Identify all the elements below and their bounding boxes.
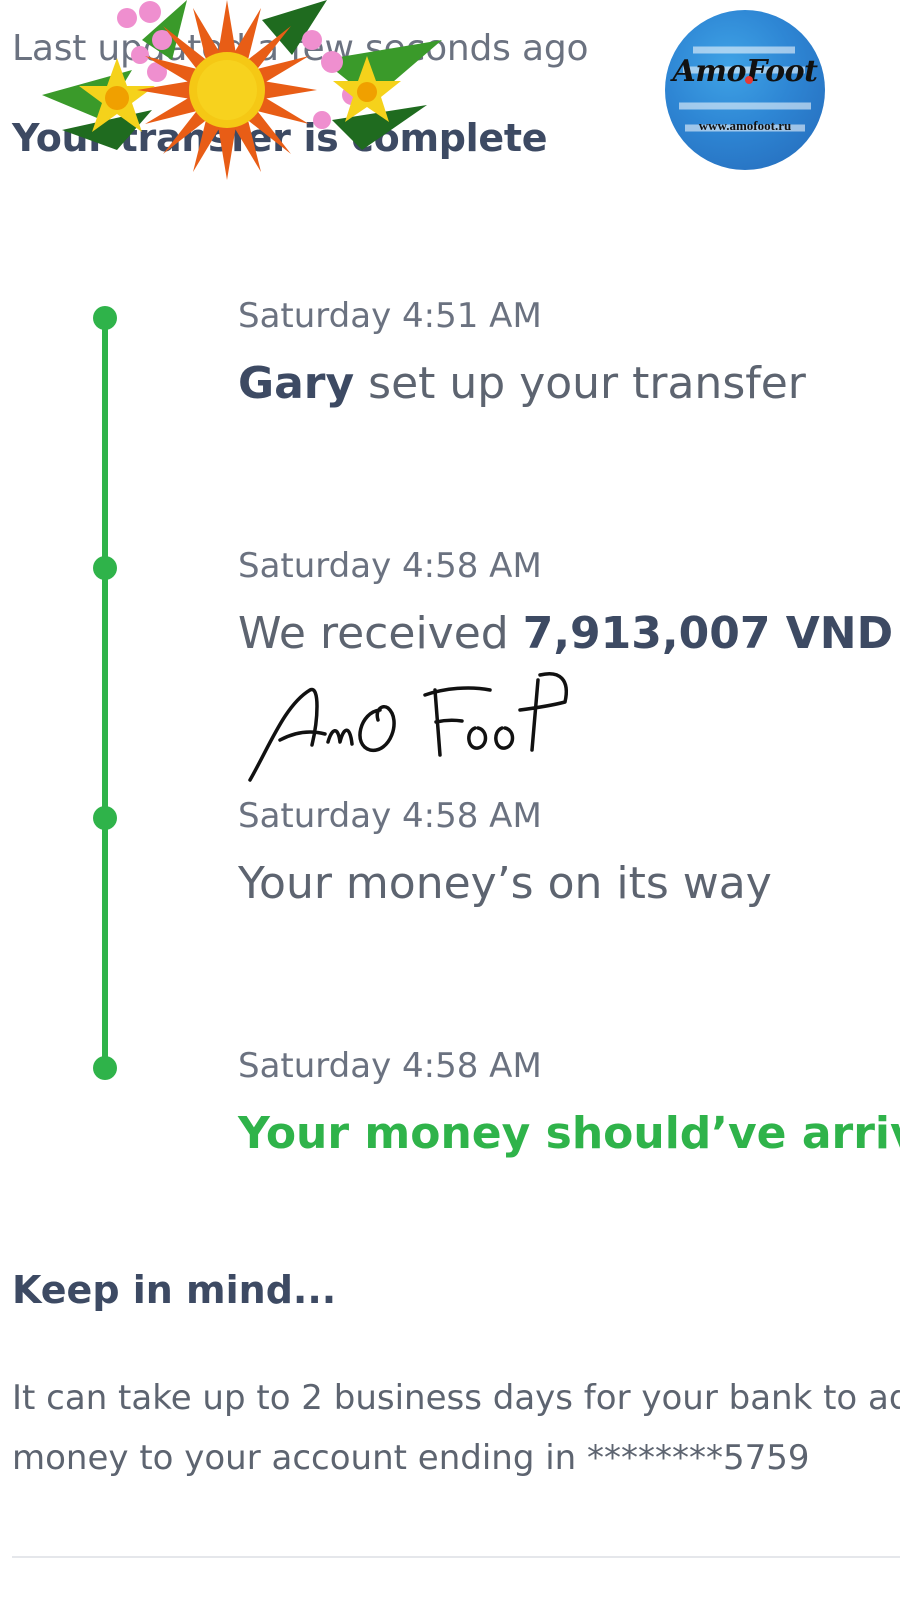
event-time-2: Saturday 4:58 AM [238, 546, 542, 586]
logo-url-text: www.amofoot.ru [698, 118, 792, 133]
event-time-1: Saturday 4:51 AM [238, 296, 542, 336]
signature-watermark [248, 672, 568, 782]
timeline-dot-4 [93, 1056, 117, 1080]
event-description: set up your transfer [354, 358, 806, 409]
logo-brand-text: AmoFoot [672, 54, 818, 89]
logo-dot-icon [745, 76, 753, 84]
event-text-3: Your money’s on its way [238, 858, 772, 909]
timeline-dot-3 [93, 806, 117, 830]
keep-in-mind-line-1: It can take up to 2 business days for yo… [12, 1378, 900, 1418]
bottom-divider [12, 1556, 900, 1558]
event-text-4: Your money should’ve arrived [238, 1108, 900, 1159]
event-time-4: Saturday 4:58 AM [238, 1046, 542, 1086]
timeline-dot-2 [93, 556, 117, 580]
timeline-dot-1 [93, 306, 117, 330]
event-actor-name: Gary [238, 358, 355, 409]
keep-in-mind-line-2: money to your account ending in ********… [12, 1438, 810, 1478]
transfer-status-page: Last updated a few seconds ago Your tran… [0, 0, 900, 1600]
keep-in-mind-heading: Keep in mind... [12, 1268, 337, 1312]
timeline-line [102, 318, 108, 1070]
footprint-icon [679, 46, 811, 132]
flower-sticker-icon [42, 0, 442, 180]
event-time-3: Saturday 4:58 AM [238, 796, 542, 836]
event-text-1: Gary set up your transfer [238, 358, 806, 409]
amofoot-logo: AmoFoot www.amofoot.ru [665, 10, 825, 170]
